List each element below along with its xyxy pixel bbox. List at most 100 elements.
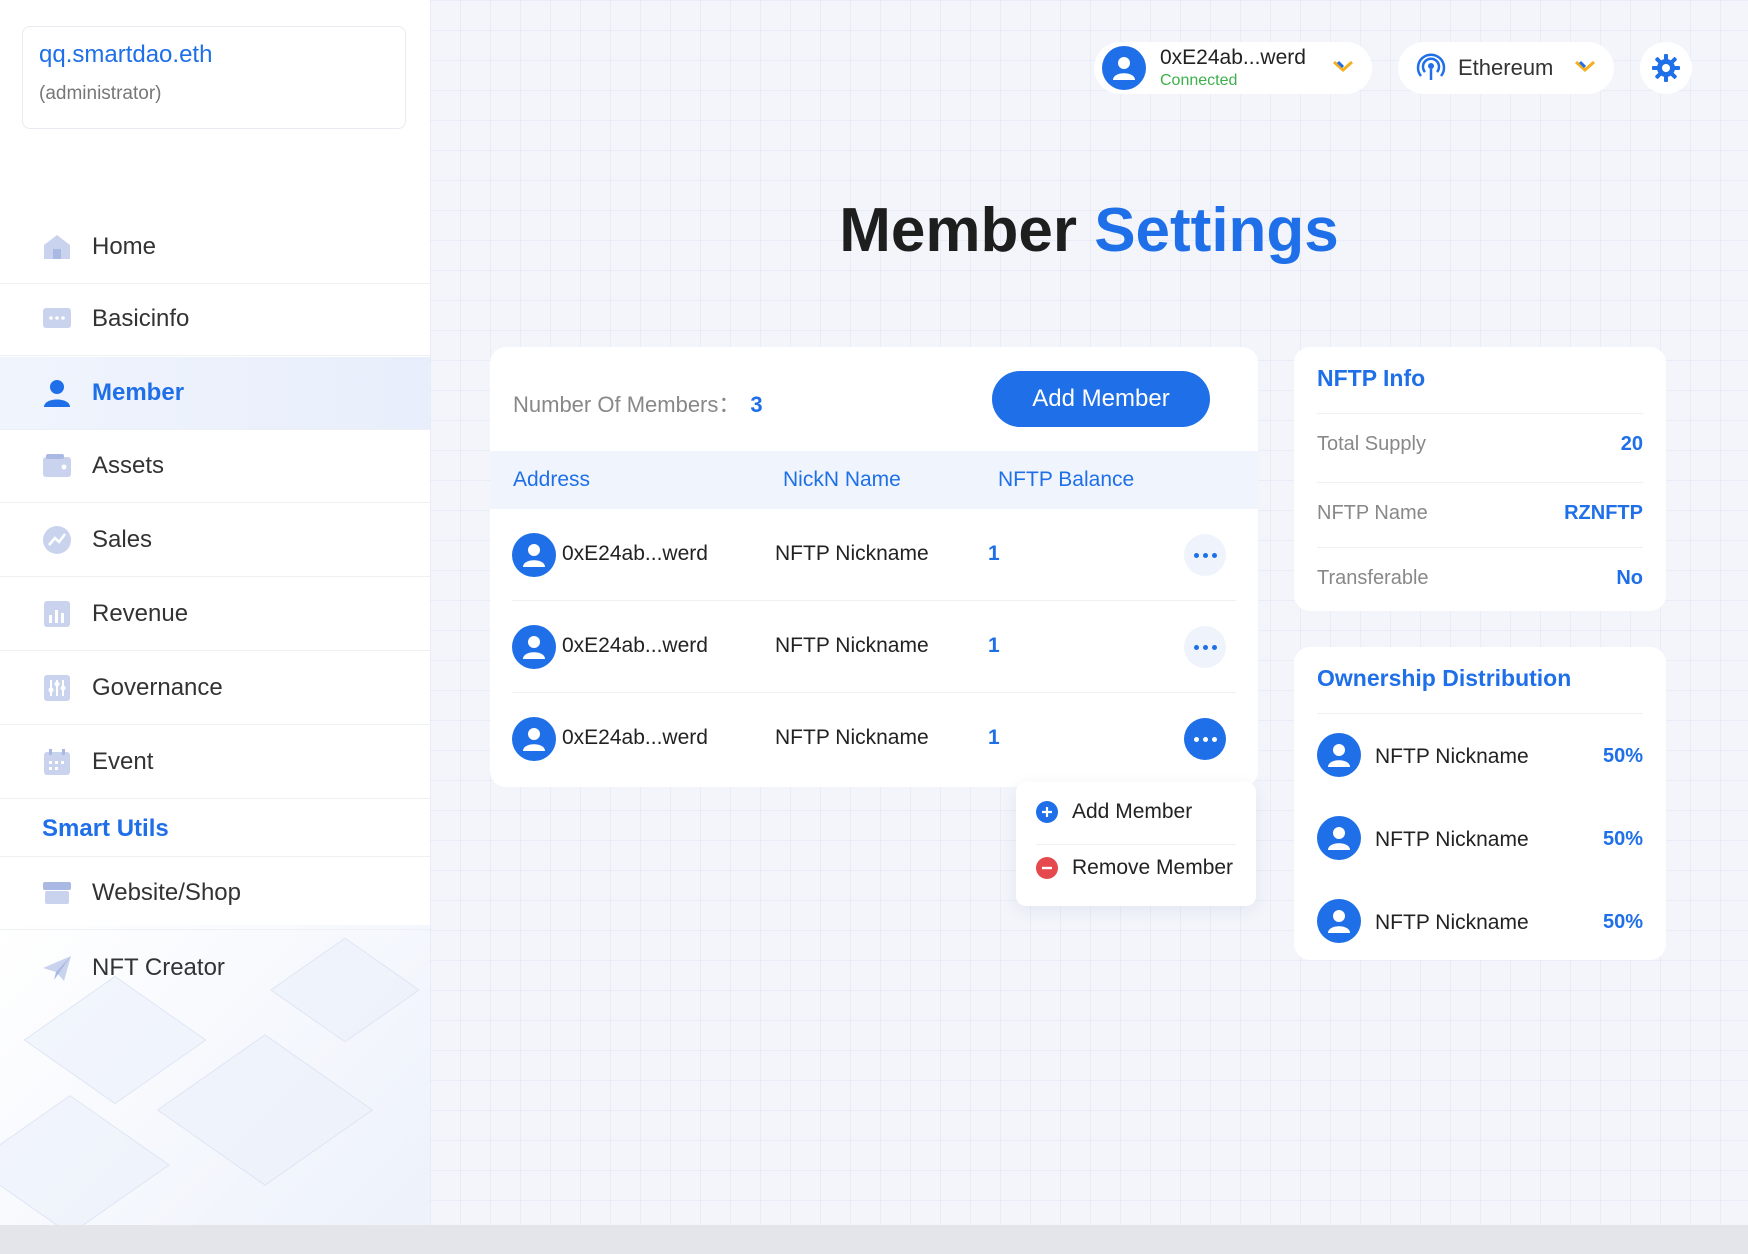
table-row[interactable]: 0xE24ab...werd NFTP Nickname 1 [512,693,1236,785]
sidebar-item-label: Website/Shop [92,879,241,906]
user-icon [1328,827,1350,850]
member-nickname: NFTP Nickname [775,634,929,657]
calendar-icon [42,747,72,777]
menu-item-add-member[interactable]: Add Member [1036,800,1236,824]
sidebar-item-label: Event [92,748,154,775]
table-row[interactable]: 0xE24ab...werd NFTP Nickname 1 [512,509,1236,601]
send-icon [42,953,72,983]
wallet-selector[interactable]: 0xE24ab...werd Connected [1094,42,1372,94]
settings-button[interactable] [1640,42,1692,94]
members-card: Number Of Members： 3 Add Member Address N… [490,347,1258,787]
more-icon [1193,644,1217,650]
sidebar-item-nft-creator[interactable]: NFT Creator [0,931,430,1004]
list-item: NFTP Nickname 50% [1317,899,1643,945]
plus-circle-icon [1036,801,1058,823]
owner-nickname: NFTP Nickname [1375,828,1529,851]
org-card[interactable]: qq.smartdao.eth (administrator) [22,26,406,129]
info-row-total-supply: Total Supply 20 [1317,433,1643,456]
avatar [1102,46,1146,90]
list-item: NFTP Nickname 50% [1317,816,1643,862]
sidebar-item-sales[interactable]: Sales [0,504,430,577]
gear-icon [1652,54,1680,82]
info-value: 20 [1620,433,1643,455]
member-address: 0xE24ab...werd [562,634,708,657]
minus-circle-icon [1036,857,1058,879]
network-selector[interactable]: Ethereum [1398,42,1614,94]
sidebar-item-website-shop[interactable]: Website/Shop [0,857,430,930]
owner-percent: 50% [1602,911,1643,933]
member-balance: 1 [988,634,1000,657]
info-value: RZNFTP [1564,502,1643,524]
info-row-transferable: Transferable No [1317,567,1643,590]
page-title-accent: Settings [1094,196,1339,265]
network-label: Ethereum [1458,55,1554,80]
org-name: qq.smartdao.eth [39,41,213,68]
nftp-info-card: NFTP Info Total Supply 20 NFTP Name RZNF… [1294,347,1666,611]
sidebar-item-label: Governance [92,674,223,701]
page-title: Member Settings [430,195,1748,266]
info-value: No [1616,567,1643,589]
org-role: (administrator) [39,83,162,104]
column-header-nickname[interactable]: NickN Name [783,468,901,492]
sidebar-item-label: NFT Creator [92,953,225,981]
sidebar-item-member[interactable]: Member [0,357,430,430]
more-options-button[interactable] [1184,626,1226,668]
add-member-button[interactable]: Add Member [992,371,1210,427]
member-count-label: Number Of Members： [513,392,741,417]
sidebar-item-governance[interactable]: Governance [0,652,430,725]
section-heading-smart-utils: Smart Utils [42,815,169,842]
member-address: 0xE24ab...werd [562,542,708,565]
bottom-bar [0,1225,1748,1254]
ownership-distribution-card: Ownership Distribution NFTP Nickname 50%… [1294,647,1666,960]
sidebar-item-label: Sales [92,526,153,553]
more-icon [1193,552,1217,558]
user-icon [523,728,545,751]
column-header-balance[interactable]: NFTP Balance [998,468,1134,492]
sidebar: qq.smartdao.eth (administrator) Home Bas… [0,0,430,1225]
member-count-value: 3 [750,392,763,417]
page-title-main: Member [839,196,1077,265]
sidebar-item-label: Revenue [92,600,189,627]
shop-icon [42,878,72,908]
table-row[interactable]: 0xE24ab...werd NFTP Nickname 1 [512,601,1236,693]
info-key: Transferable [1317,567,1429,589]
member-actions-menu: Add Member Remove Member [1016,782,1256,906]
owner-nickname: NFTP Nickname [1375,911,1529,934]
avatar [512,717,556,761]
sidebar-item-label: Home [92,233,157,260]
owner-percent: 50% [1602,745,1643,767]
sidebar-item-revenue[interactable]: Revenue [0,578,430,651]
user-icon [42,378,72,408]
menu-item-label: Remove Member [1072,856,1234,879]
sidebar-item-label: Basicinfo [92,305,190,332]
more-options-button[interactable] [1184,718,1226,760]
avatar [512,625,556,669]
chart-icon [42,599,72,629]
sidebar-item-home[interactable]: Home [0,211,430,284]
chevron-down-icon[interactable] [1332,58,1354,79]
more-icon [1193,736,1217,742]
sidebar-item-event[interactable]: Event [0,726,430,799]
sidebar-item-assets[interactable]: Assets [0,430,430,503]
connection-status: Connected [1160,72,1238,89]
card-title: NFTP Info [1317,365,1426,391]
sidebar-item-label: Member [92,379,185,406]
sliders-icon [42,673,72,703]
member-address: 0xE24ab...werd [562,726,708,749]
member-balance: 1 [988,726,1000,749]
member-nickname: NFTP Nickname [775,726,929,749]
table-header: Address NickN Name NFTP Balance [490,451,1258,509]
sidebar-item-basicinfo[interactable]: Basicinfo [0,283,430,356]
column-header-address[interactable]: Address [513,468,590,492]
broadcast-icon [1416,51,1446,86]
avatar [1317,816,1361,860]
chevron-down-icon[interactable] [1574,58,1596,79]
info-key: Total Supply [1317,433,1426,455]
avatar [1317,899,1361,943]
more-options-button[interactable] [1184,534,1226,576]
wallet-icon [42,451,72,481]
sales-icon [42,525,72,555]
avatar [1317,733,1361,777]
menu-item-remove-member[interactable]: Remove Member [1036,856,1236,880]
user-icon [523,636,545,659]
